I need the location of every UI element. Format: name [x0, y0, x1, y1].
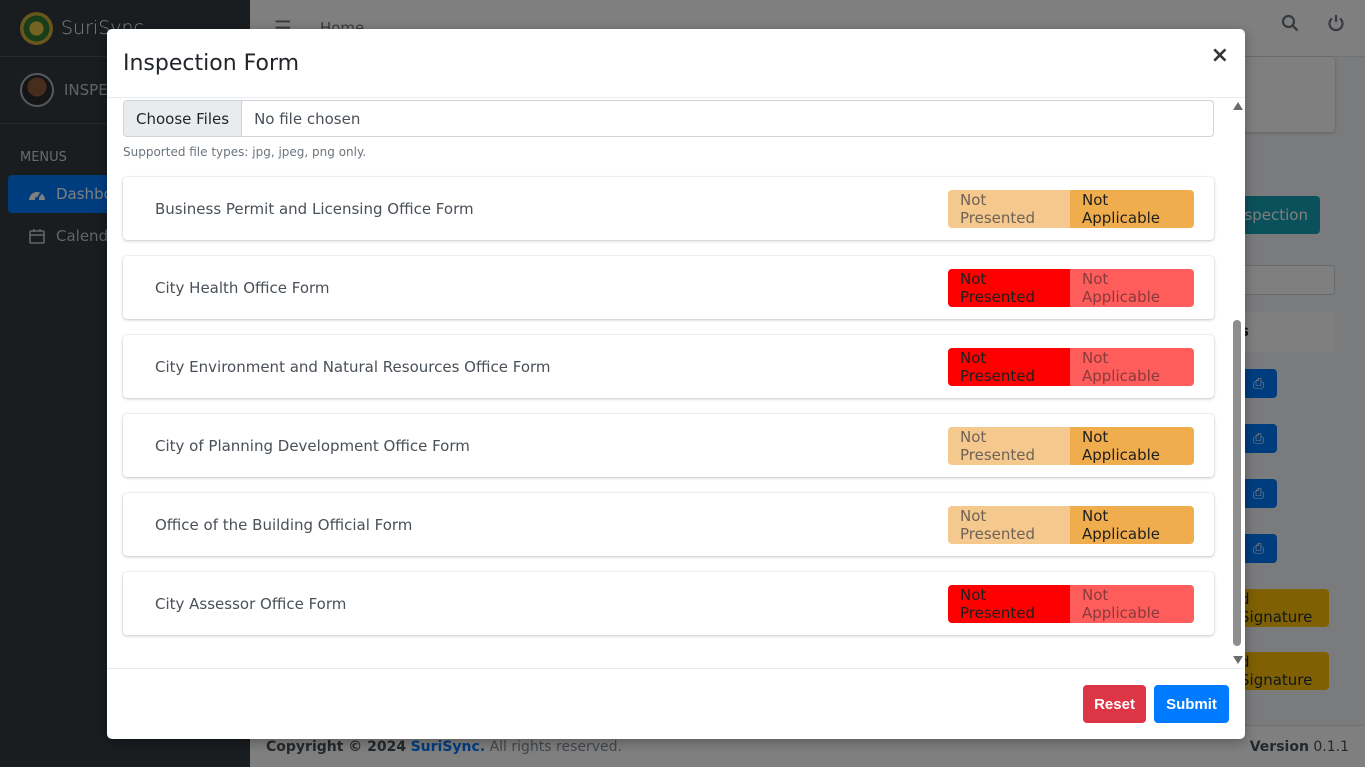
scrollbar-thumb[interactable] — [1233, 320, 1241, 646]
inspection-form-modal: Inspection Form × Choose Files No file c… — [107, 29, 1245, 739]
close-icon[interactable]: × — [1211, 45, 1229, 67]
form-item: Office of the Building Official Form Not… — [123, 493, 1214, 556]
status-toggle-group: Not Presented Not Applicable — [948, 268, 1194, 307]
not-applicable-option[interactable]: Not Applicable — [1070, 189, 1194, 228]
choose-files-button[interactable]: Choose Files — [124, 101, 243, 136]
not-presented-option[interactable]: Not Presented — [948, 426, 1070, 465]
not-presented-option[interactable]: Not Presented — [948, 189, 1070, 228]
form-item: City of Planning Development Office Form… — [123, 414, 1214, 477]
modal-body[interactable]: Choose Files No file chosen Supported fi… — [107, 98, 1245, 668]
status-toggle-group: Not Presented Not Applicable — [948, 347, 1194, 386]
status-toggle-group: Not Presented Not Applicable — [948, 426, 1194, 465]
form-item-label: City of Planning Development Office Form — [155, 436, 470, 455]
not-applicable-option[interactable]: Not Applicable — [1070, 584, 1194, 623]
scroll-down-arrow-icon[interactable] — [1233, 656, 1243, 664]
not-presented-option[interactable]: Not Presented — [948, 347, 1070, 386]
not-presented-option[interactable]: Not Presented — [948, 268, 1070, 307]
not-applicable-option[interactable]: Not Applicable — [1070, 505, 1194, 544]
form-item: City Assessor Office Form Not Presented … — [123, 572, 1214, 635]
not-presented-option[interactable]: Not Presented — [948, 584, 1070, 623]
form-item-label: City Health Office Form — [155, 278, 330, 297]
form-item: City Environment and Natural Resources O… — [123, 335, 1214, 398]
status-toggle-group: Not Presented Not Applicable — [948, 505, 1194, 544]
not-applicable-option[interactable]: Not Applicable — [1070, 347, 1194, 386]
not-presented-option[interactable]: Not Presented — [948, 505, 1070, 544]
file-hint: Supported file types: jpg, jpeg, png onl… — [123, 145, 367, 159]
status-toggle-group: Not Presented Not Applicable — [948, 189, 1194, 228]
not-applicable-option[interactable]: Not Applicable — [1070, 426, 1194, 465]
not-applicable-option[interactable]: Not Applicable — [1070, 268, 1194, 307]
modal-footer: Reset Submit — [107, 668, 1245, 739]
file-input[interactable]: Choose Files No file chosen — [123, 100, 1214, 137]
form-item: Business Permit and Licensing Office For… — [123, 177, 1214, 240]
form-item-label: Office of the Building Official Form — [155, 515, 413, 534]
form-list: Business Permit and Licensing Office For… — [123, 177, 1214, 635]
form-item-label: City Environment and Natural Resources O… — [155, 357, 551, 376]
file-status: No file chosen — [254, 109, 361, 128]
submit-button[interactable]: Submit — [1154, 685, 1229, 723]
reset-button[interactable]: Reset — [1083, 685, 1146, 723]
modal-title: Inspection Form — [123, 50, 300, 76]
form-item: City Health Office Form Not Presented No… — [123, 256, 1214, 319]
scroll-up-arrow-icon[interactable] — [1233, 102, 1243, 110]
modal-header: Inspection Form × — [107, 29, 1245, 98]
form-item-label: Business Permit and Licensing Office For… — [155, 199, 474, 218]
form-item-label: City Assessor Office Form — [155, 594, 347, 613]
modal-scrollbar[interactable] — [1231, 102, 1243, 664]
status-toggle-group: Not Presented Not Applicable — [948, 584, 1194, 623]
